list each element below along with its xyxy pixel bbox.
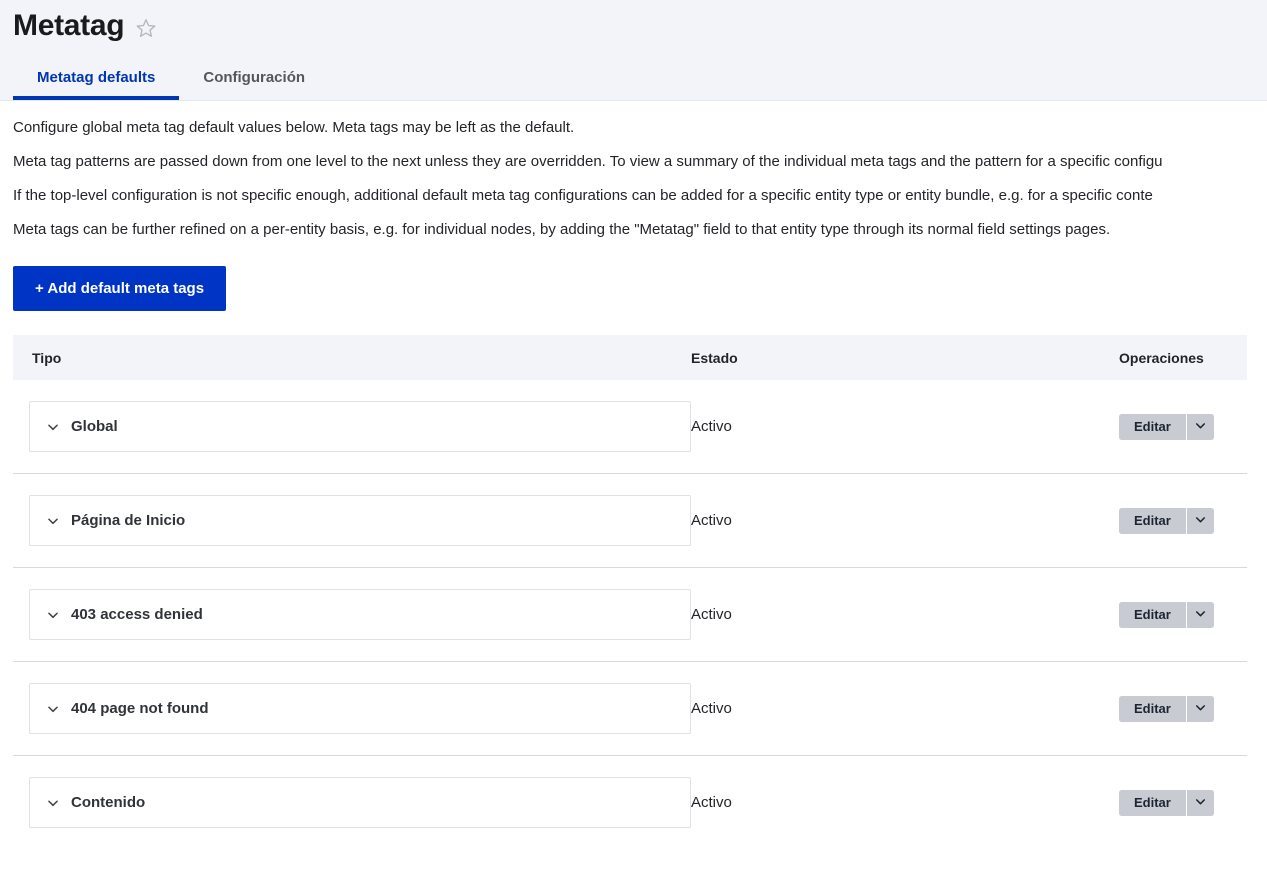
cell-estado: Activo (691, 568, 1119, 662)
chevron-down-icon (1194, 701, 1207, 717)
operations-button-group: Editar (1119, 601, 1214, 628)
cell-estado: Activo (691, 380, 1119, 474)
row-label: 403 access denied (71, 605, 203, 623)
table-row: 403 access denied Activo Editar (13, 568, 1247, 662)
table-row: Contenido Activo Editar (13, 756, 1247, 850)
cell-tipo: Página de Inicio (13, 474, 691, 568)
operations-dropdown-toggle[interactable] (1185, 413, 1214, 440)
details-toggle-403-access-denied[interactable]: 403 access denied (29, 589, 691, 640)
chevron-down-icon (46, 420, 60, 434)
row-label: Global (71, 417, 118, 435)
details-toggle-contenido[interactable]: Contenido (29, 777, 691, 828)
operations-dropdown-toggle[interactable] (1185, 789, 1214, 816)
status-badge: Activo (691, 605, 732, 623)
cell-operaciones: Editar (1119, 380, 1247, 474)
add-default-meta-tags-button[interactable]: + Add default meta tags (13, 266, 227, 311)
intro-line-3: If the top-level configuration is not sp… (13, 187, 1153, 204)
cell-estado: Activo (691, 474, 1119, 568)
page-title: Metatag (13, 9, 125, 42)
operations-dropdown-toggle[interactable] (1185, 695, 1214, 722)
column-header-operaciones: Operaciones (1119, 335, 1247, 380)
row-label: 404 page not found (71, 699, 209, 717)
cell-tipo: 404 page not found (13, 662, 691, 756)
table-row: Página de Inicio Activo Editar (13, 474, 1247, 568)
chevron-down-icon (46, 796, 60, 810)
operations-button-group: Editar (1119, 507, 1214, 534)
tab-bar: Metatag defaults Configuración (0, 50, 1267, 100)
tab-configuracion[interactable]: Configuración (179, 69, 329, 100)
status-badge: Activo (691, 699, 732, 717)
cell-tipo: 403 access denied (13, 568, 691, 662)
cell-operaciones: Editar (1119, 568, 1247, 662)
cell-estado: Activo (691, 662, 1119, 756)
cell-tipo: Global (13, 380, 691, 474)
details-toggle-404-page-not-found[interactable]: 404 page not found (29, 683, 691, 734)
operations-button-group: Editar (1119, 413, 1214, 440)
chevron-down-icon (1194, 419, 1207, 435)
chevron-down-icon (46, 514, 60, 528)
intro-line-4: Meta tags can be further refined on a pe… (13, 221, 1111, 238)
cell-estado: Activo (691, 756, 1119, 850)
cell-operaciones: Editar (1119, 474, 1247, 568)
edit-button[interactable]: Editar (1119, 507, 1186, 534)
table-header-row: Tipo Estado Operaciones (13, 335, 1247, 380)
operations-button-group: Editar (1119, 695, 1214, 722)
defaults-table-wrapper: Tipo Estado Operaciones Global Activo Ed… (13, 335, 1247, 849)
edit-button[interactable]: Editar (1119, 601, 1186, 628)
table-row: Global Activo Editar (13, 380, 1247, 474)
details-toggle-global[interactable]: Global (29, 401, 691, 452)
operations-dropdown-toggle[interactable] (1185, 507, 1214, 534)
operations-button-group: Editar (1119, 789, 1214, 816)
operations-dropdown-toggle[interactable] (1185, 601, 1214, 628)
main-content: Configure global meta tag default values… (0, 101, 1267, 849)
tab-metatag-defaults[interactable]: Metatag defaults (13, 69, 180, 100)
edit-button[interactable]: Editar (1119, 789, 1186, 816)
chevron-down-icon (46, 702, 60, 716)
intro-line-2: Meta tag patterns are passed down from o… (13, 153, 1163, 170)
chevron-down-icon (1194, 795, 1207, 811)
table-body: Global Activo Editar Página de Inicio Ac… (13, 380, 1247, 849)
page-header: Metatag Metatag defaults Configuración (0, 0, 1267, 101)
chevron-down-icon (46, 608, 60, 622)
table-head: Tipo Estado Operaciones (13, 335, 1247, 380)
chevron-down-icon (1194, 607, 1207, 623)
status-badge: Activo (691, 417, 732, 435)
edit-button[interactable]: Editar (1119, 413, 1186, 440)
details-toggle-pagina-de-inicio[interactable]: Página de Inicio (29, 495, 691, 546)
cell-tipo: Contenido (13, 756, 691, 850)
cell-operaciones: Editar (1119, 756, 1247, 850)
cell-operaciones: Editar (1119, 662, 1247, 756)
row-label: Contenido (71, 793, 146, 811)
defaults-table: Tipo Estado Operaciones Global Activo Ed… (13, 335, 1247, 849)
row-label: Página de Inicio (71, 511, 186, 529)
star-outline-icon[interactable] (135, 17, 157, 39)
intro-line-1: Configure global meta tag default values… (13, 119, 575, 136)
title-row: Metatag (0, 0, 1267, 50)
column-header-estado: Estado (691, 335, 1119, 380)
edit-button[interactable]: Editar (1119, 695, 1186, 722)
status-badge: Activo (691, 793, 732, 811)
column-header-tipo: Tipo (13, 335, 691, 380)
intro-text: Configure global meta tag default values… (0, 101, 1267, 247)
chevron-down-icon (1194, 513, 1207, 529)
status-badge: Activo (691, 511, 732, 529)
table-row: 404 page not found Activo Editar (13, 662, 1247, 756)
